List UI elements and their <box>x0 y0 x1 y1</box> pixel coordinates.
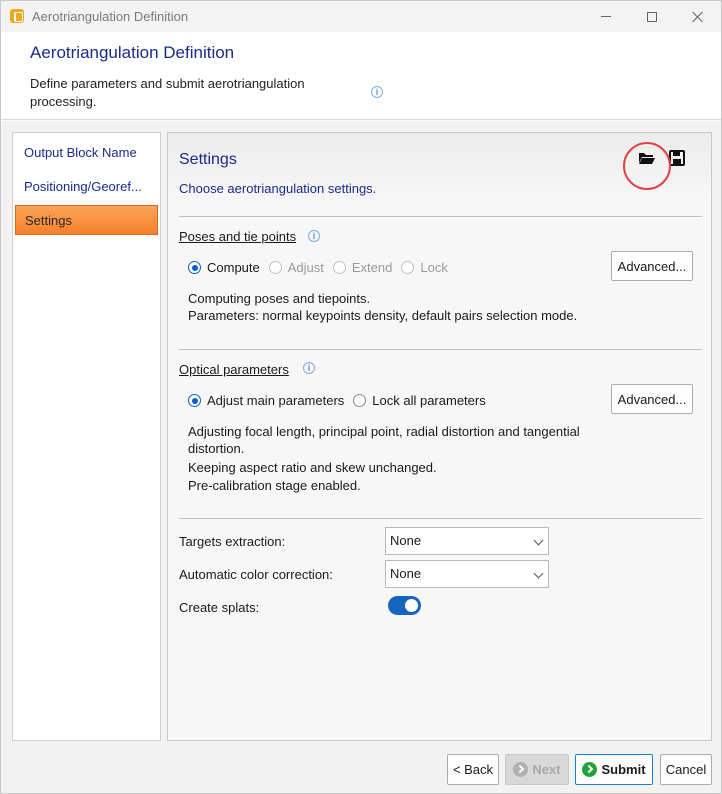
dialog-window: Aerotriangulation Definition Aerotriangu… <box>0 0 722 794</box>
color-correction-select[interactable]: None <box>385 560 549 588</box>
content-area: Output Block Name Positioning/Georef... … <box>1 121 721 743</box>
minimize-icon <box>601 16 611 17</box>
header-description: Define parameters and submit aerotriangu… <box>30 76 305 109</box>
submit-button-label: Submit <box>601 762 646 777</box>
sidebar-item-settings[interactable]: Settings <box>15 205 158 235</box>
maximize-button[interactable] <box>629 1 675 32</box>
sidebar-item-output-block-name[interactable]: Output Block Name <box>15 138 158 168</box>
targets-extraction-value: None <box>390 533 422 548</box>
poses-description-line1: Computing poses and tiepoints. <box>188 291 371 306</box>
panel-title: Settings <box>179 151 237 168</box>
radio-lock-label: Lock <box>420 260 448 275</box>
wizard-steps-sidebar: Output Block Name Positioning/Georef... … <box>12 132 161 741</box>
optical-info-icon[interactable]: i <box>303 362 315 374</box>
sidebar-item-positioning[interactable]: Positioning/Georef... <box>15 172 158 202</box>
optical-description-line1: Adjusting focal length, principal point,… <box>188 424 580 439</box>
next-button[interactable]: Next <box>505 754 569 785</box>
close-icon <box>692 11 704 23</box>
next-arrow-icon <box>513 762 529 777</box>
color-correction-value: None <box>390 566 422 581</box>
app-icon <box>10 9 24 23</box>
poses-info-icon[interactable]: i <box>308 230 320 242</box>
optical-group-label: Optical parameters <box>179 362 289 377</box>
radio-lock[interactable] <box>401 261 415 274</box>
radio-compute-label: Compute <box>207 260 260 275</box>
separator <box>179 349 702 350</box>
radio-adjust[interactable] <box>268 261 282 274</box>
settings-panel: Settings Choose aerotriangulation settin… <box>167 132 712 741</box>
radio-adjust-label: Adjust <box>287 260 324 275</box>
header-title: Aerotriangulation Definition <box>30 43 235 62</box>
radio-extend-label: Extend <box>351 260 393 275</box>
poses-description-line2: Parameters: normal keypoints density, de… <box>188 308 578 323</box>
optical-radio-group: Adjust main parameters Lock all paramete… <box>188 393 495 408</box>
optical-description-line3: Keeping aspect ratio and skew unchanged. <box>188 460 437 475</box>
minimize-button[interactable] <box>583 1 629 32</box>
panel-header: Settings Choose aerotriangulation settin… <box>168 133 711 203</box>
radio-adjust-main-label: Adjust main parameters <box>207 393 345 408</box>
poses-advanced-button[interactable]: Advanced... <box>611 251 693 281</box>
optical-description-line4: Pre-calibration stage enabled. <box>188 478 361 493</box>
separator <box>179 518 702 519</box>
color-correction-label: Automatic color correction: <box>179 567 333 582</box>
highlight-annotation <box>623 142 671 190</box>
cancel-button[interactable]: Cancel <box>660 754 712 785</box>
targets-extraction-select[interactable]: None <box>385 527 549 555</box>
close-button[interactable] <box>675 1 721 32</box>
radio-extend[interactable] <box>332 261 346 274</box>
create-splats-toggle[interactable] <box>388 596 421 615</box>
title-bar: Aerotriangulation Definition <box>1 1 721 32</box>
submit-arrow-icon <box>582 762 598 777</box>
create-splats-label: Create splats: <box>179 600 260 615</box>
toggle-knob <box>405 599 418 612</box>
maximize-icon <box>647 11 657 22</box>
panel-subtitle: Choose aerotriangulation settings. <box>179 181 377 196</box>
optical-description-line2: distortion. <box>188 441 245 456</box>
poses-radio-group: Compute Adjust Extend Lock <box>188 260 457 275</box>
radio-lock-all-label: Lock all parameters <box>372 393 486 408</box>
info-icon[interactable]: i <box>371 86 383 98</box>
submit-button[interactable]: Submit <box>575 754 653 785</box>
separator <box>179 216 702 217</box>
optical-advanced-button[interactable]: Advanced... <box>611 384 693 414</box>
targets-extraction-label: Targets extraction: <box>179 534 286 549</box>
wizard-header: Aerotriangulation Definition Define para… <box>1 32 721 120</box>
radio-compute[interactable] <box>188 261 201 274</box>
radio-lock-all[interactable] <box>353 394 367 407</box>
chevron-down-icon <box>533 535 544 546</box>
wizard-footer: < Back Next Submit Cancel <box>1 743 721 793</box>
next-button-label: Next <box>532 762 561 777</box>
window-title: Aerotriangulation Definition <box>32 9 189 24</box>
back-button[interactable]: < Back <box>447 754 499 785</box>
poses-group-label: Poses and tie points <box>179 229 297 244</box>
chevron-down-icon <box>533 568 544 579</box>
radio-adjust-main[interactable] <box>188 394 201 407</box>
